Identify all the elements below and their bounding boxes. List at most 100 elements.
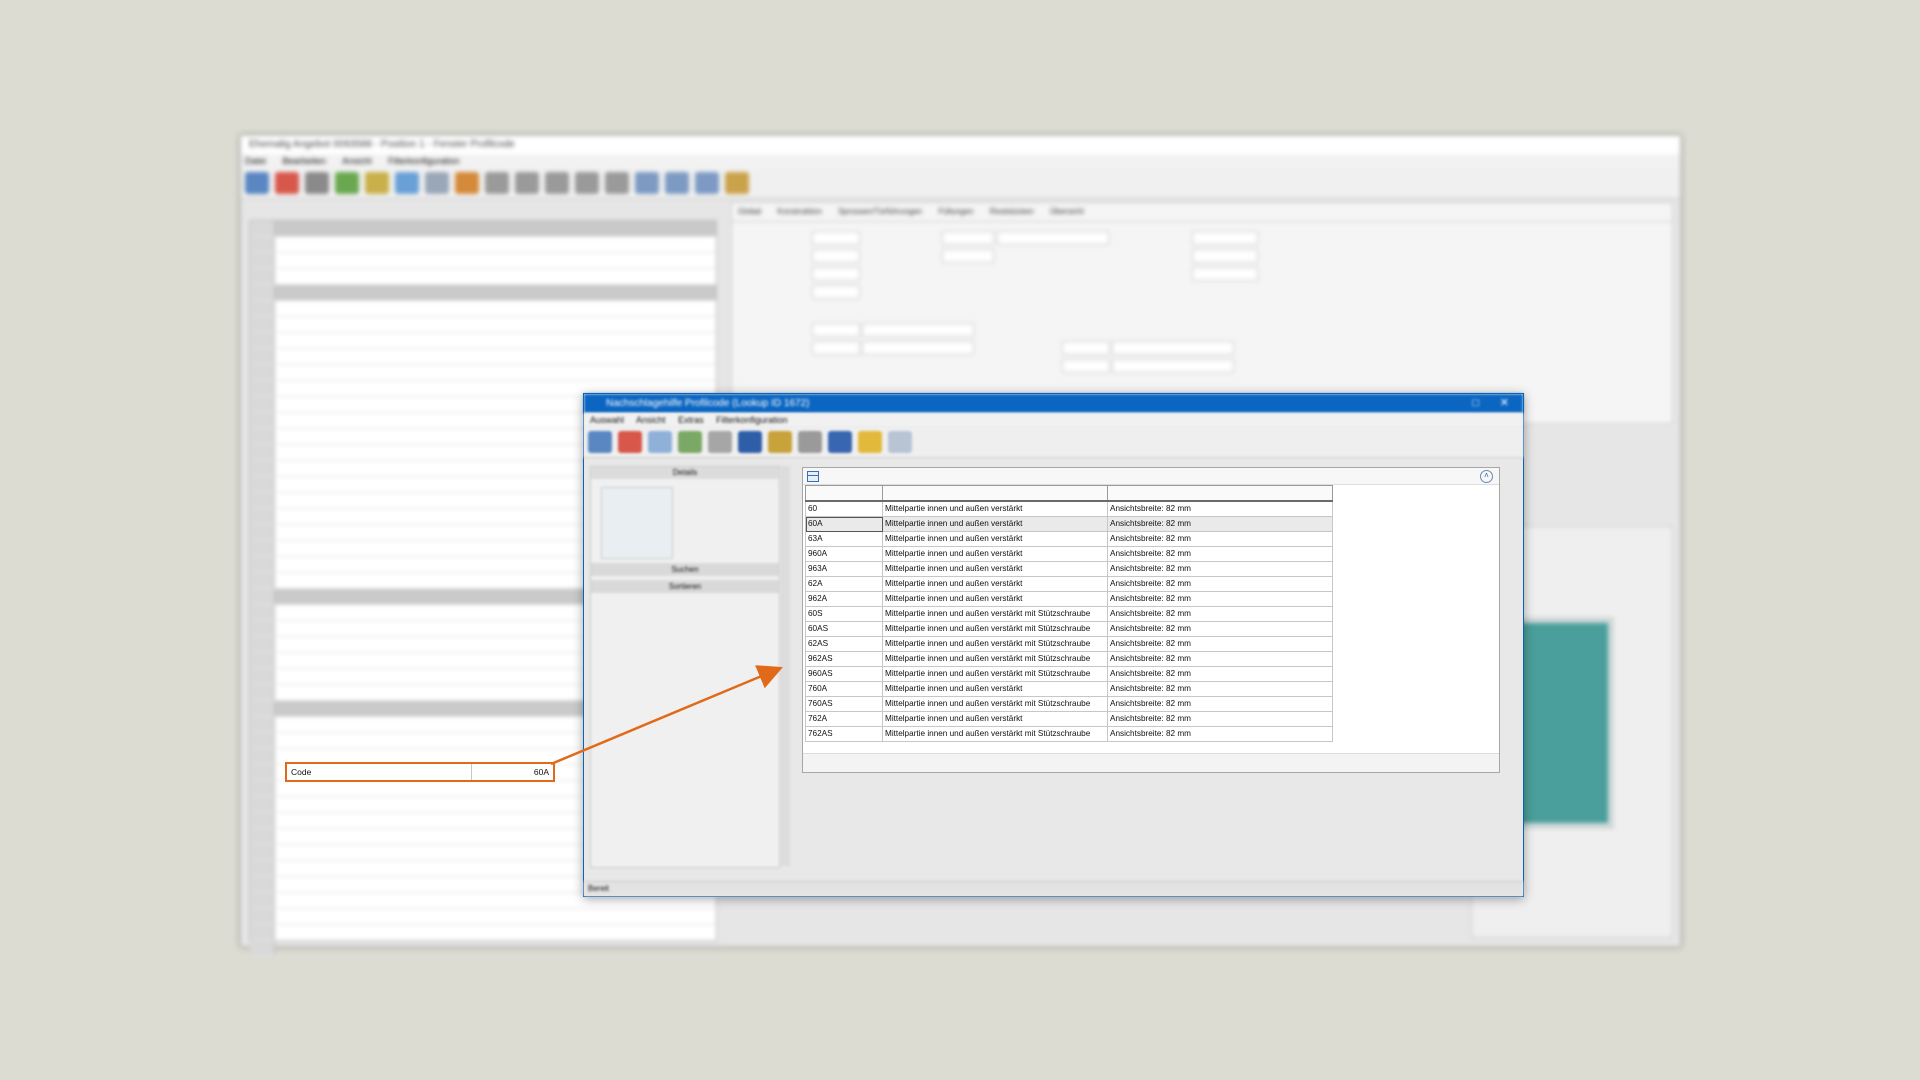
length-field[interactable] (812, 285, 860, 299)
document-icon[interactable] (888, 431, 912, 453)
cell-info[interactable]: Ansichtsbreite: 82 mm (1107, 531, 1333, 547)
profile-system-description[interactable] (862, 323, 974, 337)
record-icon[interactable] (545, 172, 569, 194)
article-number-field[interactable] (942, 231, 994, 245)
cell-description[interactable]: Mittelpartie innen und außen verstärkt (882, 546, 1108, 562)
table-row[interactable]: 762A Mittelpartie innen und außen verstär… (805, 711, 1333, 727)
document-icon[interactable] (425, 172, 449, 194)
close-icon[interactable]: ✕ (1500, 394, 1509, 413)
dialog-menu-filterkonfiguration[interactable]: Filterkonfiguration (716, 415, 788, 425)
cell-code[interactable]: 63A (805, 531, 883, 547)
cell-description[interactable]: Mittelpartie innen und außen verstärkt (882, 711, 1108, 727)
table-row[interactable]: 962A Mittelpartie innen und außen verstär… (805, 591, 1333, 607)
cell-info[interactable]: Ansichtsbreite: 82 mm (1107, 651, 1333, 667)
cell-code[interactable]: 762A (805, 711, 883, 727)
tools-icon[interactable] (305, 172, 329, 194)
dialog-menu-extras[interactable]: Extras (678, 415, 704, 425)
menu-item-datei[interactable]: Datei (245, 156, 266, 166)
cell-code[interactable]: 760A (805, 681, 883, 697)
tab-konstruktion[interactable]: Konstruktion (777, 207, 821, 216)
cell-code[interactable]: 963A (805, 561, 883, 577)
cell-description[interactable]: Mittelpartie innen und außen verstärkt m… (882, 606, 1108, 622)
grid-icon[interactable] (665, 172, 689, 194)
grid-view-icon[interactable] (648, 431, 672, 453)
column-header-description[interactable] (882, 485, 1108, 502)
tab-uebersicht[interactable]: Übersicht (1050, 207, 1084, 216)
prev-record-icon[interactable] (515, 172, 539, 194)
edit-icon[interactable] (798, 431, 822, 453)
table-row[interactable]: 960A Mittelpartie innen und außen verstär… (805, 546, 1333, 562)
cell-code[interactable]: 762AS (805, 726, 883, 742)
profile-system-field[interactable] (812, 323, 860, 337)
cell-info[interactable]: Ansichtsbreite: 82 mm (1107, 666, 1333, 682)
color-description[interactable] (1112, 341, 1234, 355)
collapse-icon[interactable]: ˄ (1480, 470, 1493, 483)
cell-code[interactable]: 60S (805, 606, 883, 622)
cell-info[interactable]: Ansichtsbreite: 82 mm (1107, 711, 1333, 727)
cell-info[interactable]: Ansichtsbreite: 82 mm (1107, 726, 1333, 742)
pencil-icon[interactable] (365, 172, 389, 194)
cell-code[interactable]: 960A (805, 546, 883, 562)
glazing-description[interactable] (862, 341, 974, 355)
table-row[interactable]: 762AS Mittelpartie innen und außen verstä… (805, 726, 1333, 742)
cell-description[interactable]: Mittelpartie innen und außen verstärkt m… (882, 696, 1108, 712)
image-icon[interactable] (678, 431, 702, 453)
tab-global[interactable]: Global (738, 207, 761, 216)
next-record-icon[interactable] (575, 172, 599, 194)
cell-description[interactable]: Mittelpartie innen und außen verstärkt (882, 591, 1108, 607)
dialog-menu-auswahl[interactable]: Auswahl (590, 415, 624, 425)
menu-item-bearbeiten[interactable]: Bearbeiten (283, 156, 327, 166)
table-row[interactable]: 760A Mittelpartie innen und außen verstär… (805, 681, 1333, 697)
quantity-field[interactable] (1192, 231, 1258, 245)
column-header-code[interactable] (805, 485, 883, 502)
menu-item-ansicht[interactable]: Ansicht (342, 156, 372, 166)
width-field[interactable] (812, 231, 860, 245)
price-field-2[interactable] (1192, 267, 1258, 281)
table-row[interactable]: 62AS Mittelpartie innen und außen verstär… (805, 636, 1333, 652)
sort-button[interactable]: Sortieren (591, 580, 779, 593)
window-icon[interactable] (695, 172, 719, 194)
cell-info[interactable]: Ansichtsbreite: 82 mm (1107, 500, 1333, 517)
cell-description[interactable]: Mittelpartie innen und außen verstärkt (882, 681, 1108, 697)
cell-code[interactable]: 962A (805, 591, 883, 607)
cell-code[interactable]: 60A (805, 516, 883, 532)
color-code-description[interactable] (1112, 359, 1234, 373)
cell-description[interactable]: Mittelpartie innen und außen verstärkt m… (882, 666, 1108, 682)
cell-code[interactable]: 62A (805, 576, 883, 592)
glazing-field[interactable] (812, 341, 860, 355)
filter-icon[interactable] (708, 431, 732, 453)
table-row[interactable]: 60S Mittelpartie innen und außen verstärk… (805, 606, 1333, 622)
cell-code[interactable]: 60 (805, 500, 883, 517)
cell-info[interactable]: Ansichtsbreite: 82 mm (1107, 606, 1333, 622)
article-description-field[interactable] (997, 231, 1109, 245)
search-button[interactable]: Suchen (591, 563, 779, 576)
cell-info[interactable]: Ansichtsbreite: 82 mm (1107, 561, 1333, 577)
cell-info[interactable]: Ansichtsbreite: 82 mm (1107, 516, 1333, 532)
cell-description[interactable]: Mittelpartie innen und außen verstärkt (882, 576, 1108, 592)
cell-description[interactable]: Mittelpartie innen und außen verstärkt m… (882, 636, 1108, 652)
stop-icon[interactable] (618, 431, 642, 453)
cell-info[interactable]: Ansichtsbreite: 82 mm (1107, 636, 1333, 652)
cell-description[interactable]: Mittelpartie innen und außen verstärkt m… (882, 726, 1108, 742)
cell-code[interactable]: 960AS (805, 666, 883, 682)
color-field[interactable] (1062, 341, 1110, 355)
code-field-value[interactable]: 60A (472, 764, 553, 780)
cell-info[interactable]: Ansichtsbreite: 82 mm (1107, 621, 1333, 637)
maximize-icon[interactable]: □ (1472, 394, 1479, 413)
coins-icon[interactable] (768, 431, 792, 453)
refresh-icon[interactable] (245, 172, 269, 194)
tab-reststuecken[interactable]: Reststücken (990, 207, 1034, 216)
arrow-icon[interactable] (335, 172, 359, 194)
last-record-icon[interactable] (605, 172, 629, 194)
table-row[interactable]: 60 Mittelpartie innen und außen verstärkt… (805, 500, 1333, 517)
cell-description[interactable]: Mittelpartie innen und außen verstärkt (882, 531, 1108, 547)
table-row[interactable]: 960AS Mittelpartie innen und außen verstä… (805, 666, 1333, 682)
table-row[interactable]: 60A Mittelpartie innen und außen verstärk… (805, 516, 1333, 532)
refresh-icon[interactable] (588, 431, 612, 453)
chart-icon[interactable] (455, 172, 479, 194)
star-icon[interactable] (858, 431, 882, 453)
cell-description[interactable]: Mittelpartie innen und außen verstärkt m… (882, 621, 1108, 637)
palette-icon[interactable] (395, 172, 419, 194)
height-field[interactable] (812, 249, 860, 263)
cell-info[interactable]: Ansichtsbreite: 82 mm (1107, 696, 1333, 712)
